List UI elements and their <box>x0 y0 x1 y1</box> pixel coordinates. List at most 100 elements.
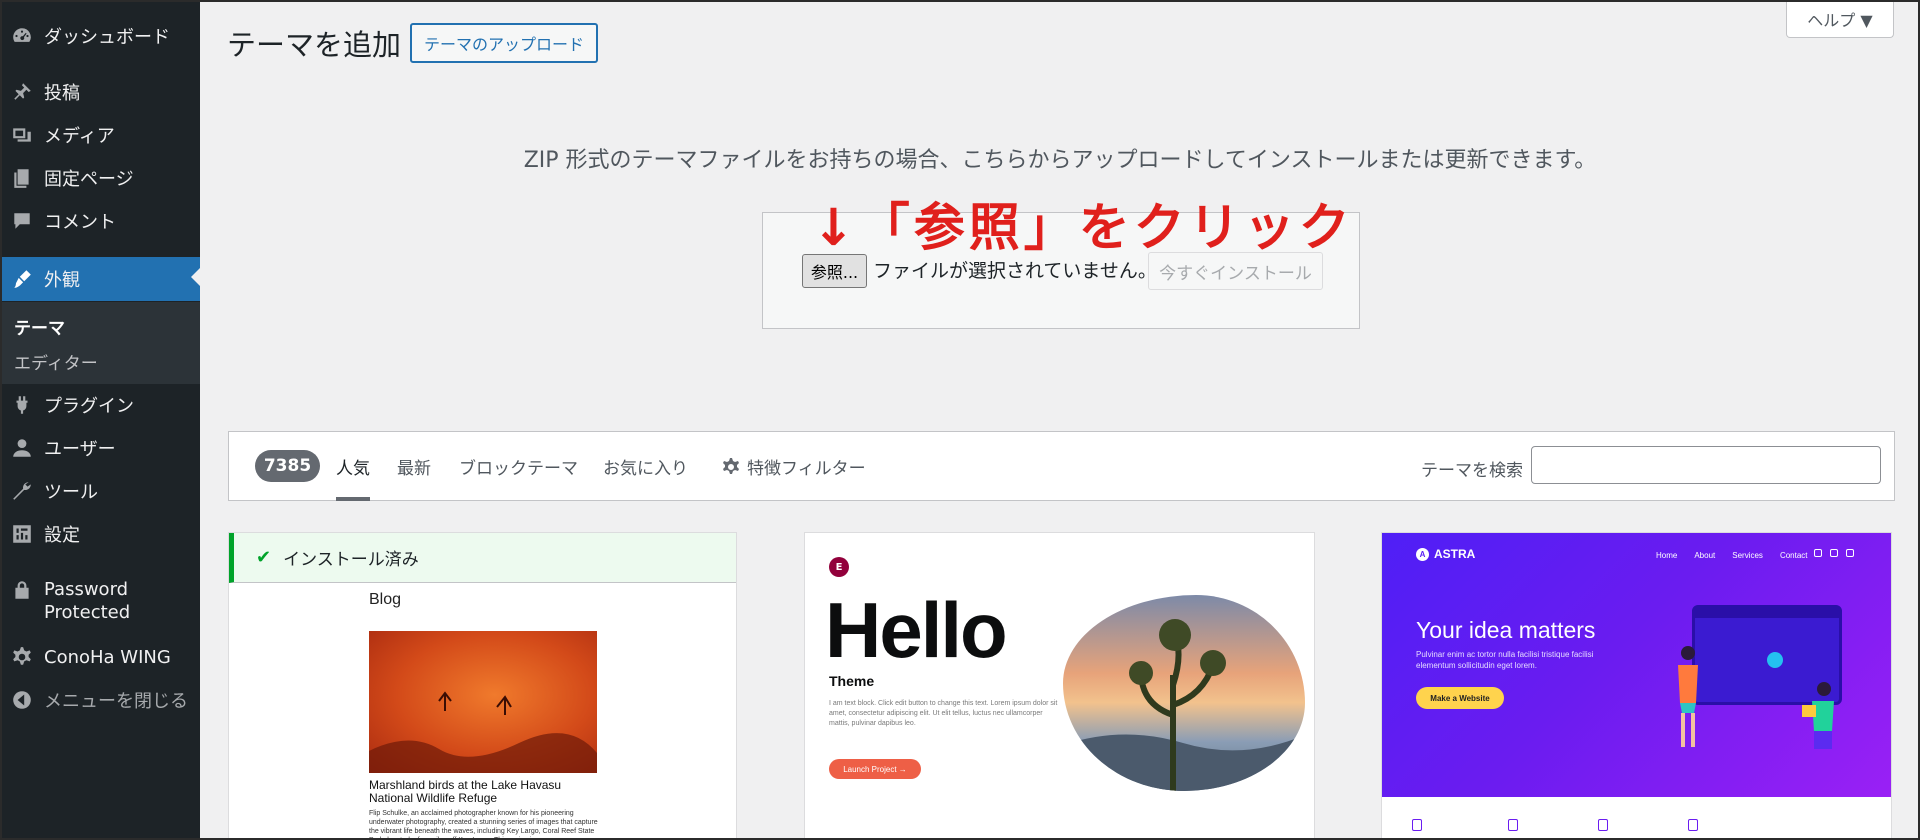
check-circle-icon <box>1688 819 1698 831</box>
comment-icon <box>10 209 34 233</box>
theme-preview-caption: Marshland birds at the Lake Havasu Natio… <box>369 778 562 805</box>
astra-nav-item: Services <box>1732 551 1763 560</box>
sidebar-item-settings[interactable]: 設定 <box>0 514 200 554</box>
instagram-icon <box>1814 549 1822 557</box>
tab-popular[interactable]: 人気 <box>336 454 370 501</box>
astra-cta-button: Make a Website <box>1416 687 1504 709</box>
astra-illustration-person <box>1678 646 1698 747</box>
astra-preview-nav: Home About Services Contact <box>1656 551 1808 560</box>
sidebar-item-label: ツール <box>44 482 98 503</box>
hello-subtitle: Theme <box>829 673 875 689</box>
sidebar-collapse-menu[interactable]: メニューを閉じる <box>0 680 200 720</box>
document-icon <box>1412 819 1422 831</box>
astra-preview-hero: A ASTRA Home About Services Contact Your… <box>1382 533 1891 797</box>
sidebar-item-label: ユーザー <box>44 439 116 460</box>
gear-icon <box>10 645 34 669</box>
sidebar-item-label: メディア <box>44 126 115 147</box>
astra-logo: A ASTRA <box>1416 547 1475 561</box>
theme-preview-image <box>369 631 597 773</box>
sidebar-item-appearance[interactable]: 外観 <box>0 257 200 301</box>
pin-icon <box>10 80 34 104</box>
astra-nav-item: Home <box>1656 551 1678 560</box>
sidebar-item-pages[interactable]: 固定ページ <box>0 158 200 198</box>
theme-card-installed[interactable]: ✔ インストール済み Blog Marshland birds at the L… <box>228 532 737 840</box>
admin-sidebar: ダッシュボード 投稿 メディア 固定ページ コメント 外観 テーマ エディター … <box>0 0 200 840</box>
theme-preview-blog-title: Blog <box>369 591 402 608</box>
tab-block-themes[interactable]: ブロックテーマ <box>459 454 578 479</box>
check-icon: ✔ <box>256 547 272 568</box>
twitter-icon <box>1846 549 1854 557</box>
sidebar-item-label: コメント <box>44 212 116 233</box>
appearance-submenu: テーマ エディター <box>0 302 200 384</box>
theme-filter-bar: 7385 人気 最新 ブロックテーマ お気に入り 特徴フィルター テーマを検索 <box>228 431 1895 501</box>
hello-body-text: I am text block. Click edit button to ch… <box>829 700 1058 727</box>
sidebar-item-label: プラグイン <box>44 396 134 417</box>
theme-preview-body: Flip Schulke, an acclaimed photographer … <box>369 810 598 840</box>
media-icon <box>10 123 34 147</box>
sidebar-item-label: 投稿 <box>44 83 80 104</box>
astra-headline: Your idea matters <box>1416 617 1596 643</box>
lock-icon <box>10 578 34 602</box>
sidebar-item-label: ダッシュボード <box>44 27 170 48</box>
sidebar-item-label: 設定 <box>44 525 80 546</box>
file-status-text: ファイルが選択されていません。 <box>873 260 1157 282</box>
edit-icon <box>1598 819 1608 831</box>
hello-cactus-image <box>1063 595 1305 791</box>
click-browse-annotation: ↓「参照」をクリック <box>812 199 1354 258</box>
installed-notice: ✔ インストール済み <box>229 533 736 583</box>
play-icon <box>1767 652 1783 668</box>
tab-favorites[interactable]: お気に入り <box>603 454 688 479</box>
sidebar-item-posts[interactable]: 投稿 <box>0 72 200 112</box>
tab-latest[interactable]: 最新 <box>397 454 431 479</box>
astra-nav-item: Contact <box>1779 551 1808 560</box>
astra-illustration-person <box>1802 682 1834 749</box>
sidebar-item-label: Password Protected <box>44 579 131 623</box>
hello-launch-button: Launch Project → <box>829 759 921 779</box>
wrench-icon <box>10 479 34 503</box>
plugin-icon <box>10 393 34 417</box>
astra-preview-icons <box>1382 797 1891 840</box>
search-themes-label: テーマを検索 <box>1421 461 1523 481</box>
sidebar-item-plugins[interactable]: プラグイン <box>0 385 200 425</box>
sidebar-item-password-protected[interactable]: Password Protected <box>0 572 200 628</box>
sidebar-item-tools[interactable]: ツール <box>0 471 200 511</box>
feature-filter-label: 特徴フィルター <box>747 459 866 479</box>
sidebar-item-label: 外観 <box>44 270 80 291</box>
sidebar-item-dashboard[interactable]: ダッシュボード <box>0 16 200 56</box>
sidebar-item-users[interactable]: ユーザー <box>0 428 200 468</box>
sidebar-item-label: ConoHa WING <box>44 646 171 668</box>
settings-icon <box>10 522 34 546</box>
hello-heading: Hello <box>825 586 1008 674</box>
page-icon <box>10 166 34 190</box>
feature-filter-button[interactable]: 特徴フィルター <box>721 454 866 479</box>
astra-nav-item: About <box>1694 551 1716 560</box>
theme-card-astra[interactable]: A ASTRA Home About Services Contact Your… <box>1381 532 1892 840</box>
facebook-icon <box>1830 549 1838 557</box>
help-tab-button[interactable]: ヘルプ ▼ <box>1786 0 1894 38</box>
elementor-logo-icon: E <box>829 557 849 577</box>
collapse-icon <box>10 688 34 712</box>
sidebar-item-label: 固定ページ <box>44 169 134 190</box>
sidebar-item-comments[interactable]: コメント <box>0 201 200 241</box>
sidebar-item-conoha-wing[interactable]: ConoHa WING <box>0 637 200 677</box>
upload-theme-button[interactable]: テーマのアップロード <box>410 23 599 63</box>
installed-label: インストール済み <box>283 550 419 570</box>
dashboard-icon <box>10 24 34 48</box>
user-icon <box>10 436 34 460</box>
submenu-item-editor[interactable]: エディター <box>14 349 98 374</box>
sidebar-item-media[interactable]: メディア <box>0 115 200 155</box>
page-title: テーマを追加 <box>227 28 402 62</box>
submenu-item-themes[interactable]: テーマ <box>14 314 65 339</box>
theme-card-hello[interactable]: E Hello Theme I am text block. Click edi… <box>804 532 1315 840</box>
astra-social-icons <box>1814 549 1854 557</box>
bag-icon <box>1508 819 1518 831</box>
gear-icon <box>723 457 739 474</box>
astra-logo-text: ASTRA <box>1434 547 1476 561</box>
upload-description: ZIP 形式のテーマファイルをお持ちの場合、こちらからアップロードしてインストー… <box>523 148 1597 173</box>
search-themes-input[interactable] <box>1531 446 1881 484</box>
astra-body-text: Pulvinar enim ac tortor nulla facilisi t… <box>1416 650 1594 670</box>
astra-logo-icon: A <box>1416 547 1429 561</box>
theme-count-badge: 7385 <box>255 450 320 482</box>
sidebar-item-label: メニューを閉じる <box>44 691 188 712</box>
appearance-icon <box>10 267 34 291</box>
